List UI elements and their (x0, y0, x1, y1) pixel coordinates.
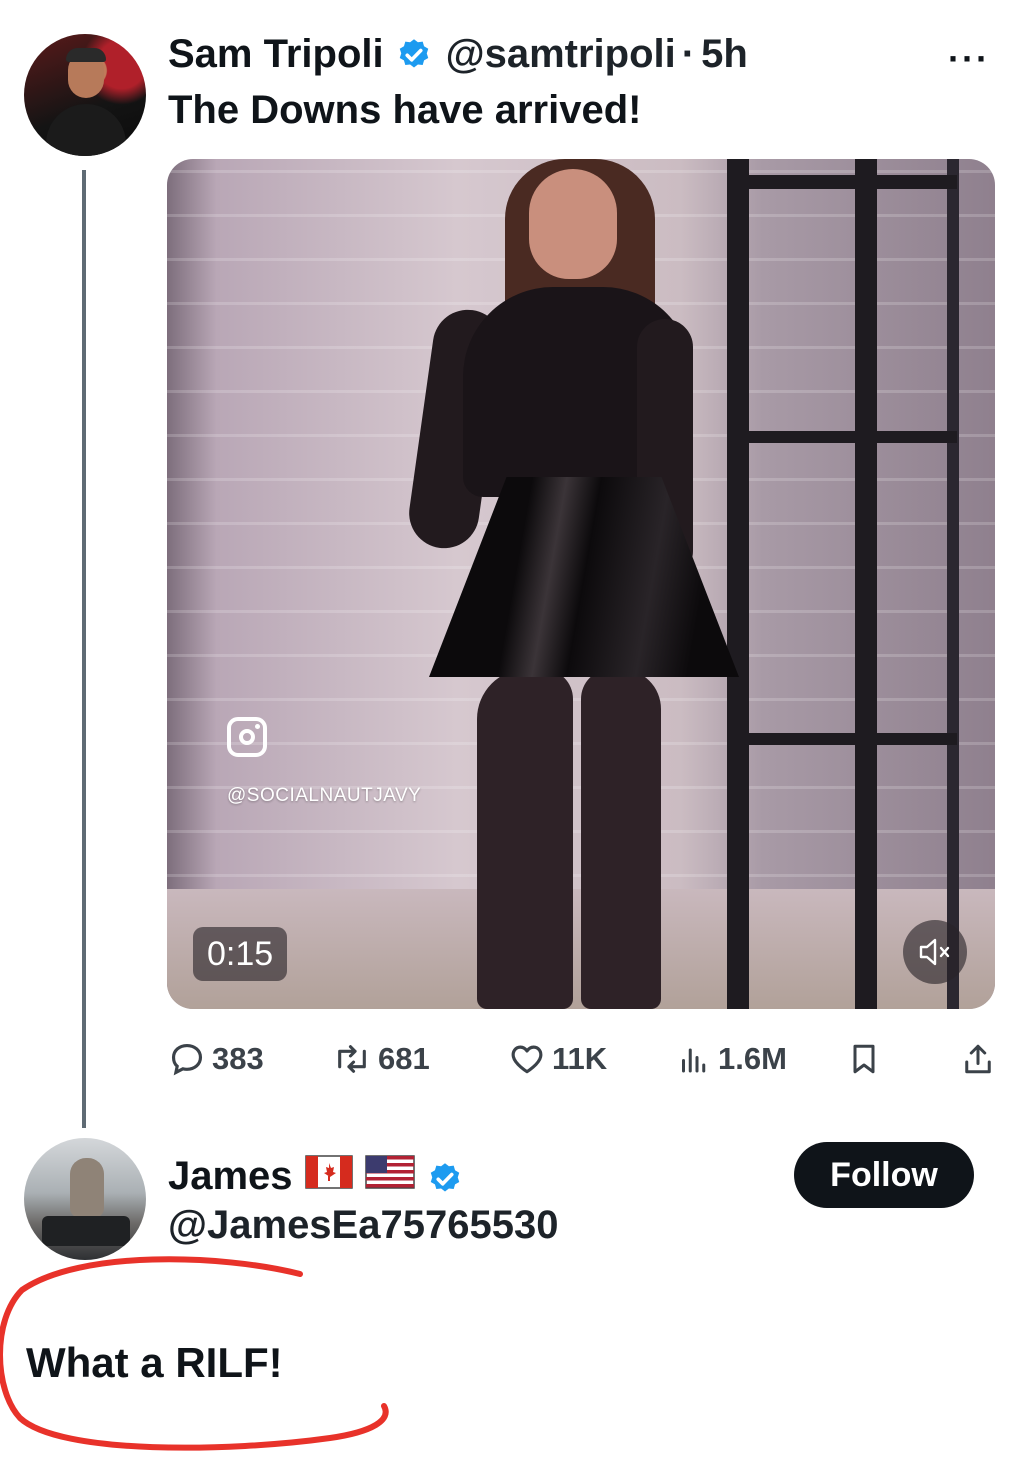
tweet-header: Sam Tripoli @samtripoli · 5h (168, 30, 748, 78)
reply-author-name[interactable]: James (168, 1150, 293, 1202)
bookmark-button[interactable] (846, 1034, 888, 1084)
tweet-text: The Downs have arrived! (168, 88, 642, 132)
retweet-icon (338, 1045, 366, 1073)
instagram-icon (227, 717, 267, 757)
share-button[interactable] (960, 1034, 1002, 1084)
usa-flag-icon (364, 1150, 415, 1202)
red-circle-annotation (0, 1256, 389, 1451)
like-count: 11K (552, 1041, 608, 1076)
retweet-count: 681 (378, 1041, 430, 1076)
more-options-button[interactable]: ··· (948, 38, 990, 80)
reply-header: James (168, 1150, 477, 1202)
reply-button[interactable]: 383 (168, 1034, 264, 1084)
instagram-watermark: @SOCIALNAUTJAVY (227, 785, 422, 806)
separator-dot: · (681, 32, 696, 76)
reply-author-avatar[interactable] (24, 1138, 146, 1260)
tweet-video[interactable]: @SOCIALNAUTJAVY 0:15 (167, 159, 995, 1009)
reply-author-handle[interactable]: @JamesEa75765530 (168, 1200, 558, 1250)
thread-connector-line (82, 170, 86, 1128)
author-name[interactable]: Sam Tripoli (168, 30, 384, 78)
reply-icon (171, 1043, 203, 1076)
author-handle[interactable]: @samtripoli (446, 30, 676, 78)
heart-icon (511, 1045, 543, 1074)
follow-button[interactable]: Follow (794, 1142, 974, 1208)
views-button[interactable]: 1.6M (676, 1034, 787, 1084)
author-avatar[interactable] (24, 34, 146, 156)
tweet-actions: 383 681 11K 1.6M (168, 1034, 996, 1084)
views-count: 1.6M (718, 1041, 787, 1076)
bookmark-icon (853, 1044, 875, 1074)
reply-verified-badge-icon (427, 1158, 463, 1194)
mute-toggle-icon[interactable] (903, 920, 967, 984)
tweet-timestamp[interactable]: 5h (701, 30, 748, 78)
verified-badge-icon (396, 36, 432, 72)
video-timer: 0:15 (193, 927, 288, 981)
retweet-button[interactable]: 681 (332, 1034, 430, 1084)
share-icon (965, 1044, 991, 1074)
reply-count: 383 (212, 1041, 264, 1076)
views-chart-icon (682, 1048, 706, 1073)
like-button[interactable]: 11K (508, 1034, 607, 1084)
canada-flag-icon (304, 1150, 353, 1202)
